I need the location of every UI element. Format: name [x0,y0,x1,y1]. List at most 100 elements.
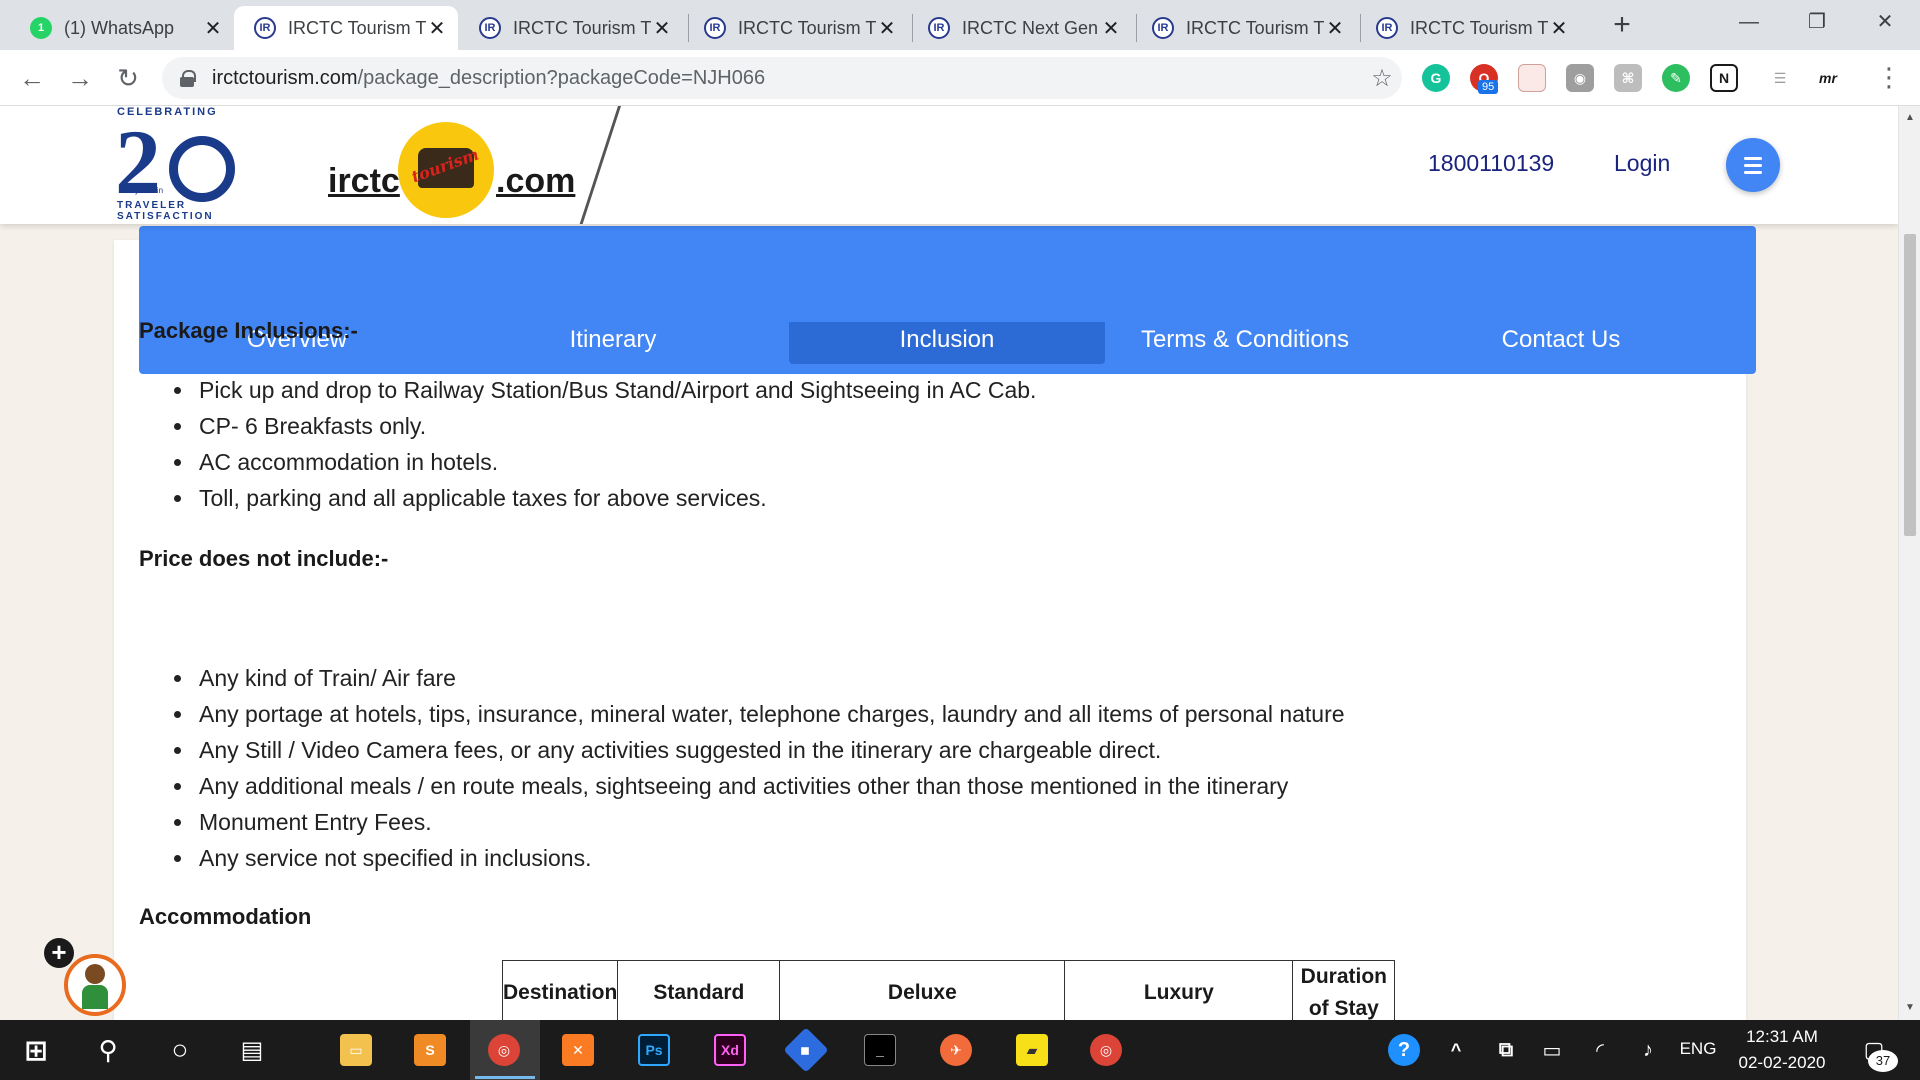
tab-itinerary[interactable]: Itinerary [455,322,771,364]
scrollbar-thumb[interactable] [1904,234,1916,536]
extension-gray-icon[interactable]: ⌘ [1614,64,1642,92]
app-diamond-icon[interactable]: ◆ [783,1027,829,1073]
restore-icon[interactable]: ❐ [1782,0,1852,44]
file-explorer-icon[interactable]: ▭ [340,1034,372,1066]
list-item: Toll, parking and all applicable taxes f… [166,480,1036,516]
browser-tab-whatsapp[interactable]: 1 (1) WhatsApp ✕ [10,6,234,50]
chrome-icon[interactable]: ◎ [1090,1034,1122,1066]
chatbot-widget[interactable]: + [44,938,126,1020]
browser-menu-icon[interactable]: ⋮ [1876,62,1902,94]
chatbot-avatar[interactable] [64,954,126,1016]
playlist-icon[interactable]: ☰ [1766,64,1794,92]
windows-taskbar: ⊞ ⚲ ○ ▤ ▭ S ◎ ✕ Ps Xd ◆ _ ✈ ▰ ◎ ? ^ ⧉ ▭ … [0,1020,1920,1080]
close-icon[interactable]: ✕ [426,16,448,41]
sublime-text-icon[interactable]: S [414,1034,446,1066]
clock-date[interactable]: 02-02-2020 [1726,1053,1838,1073]
browser-tab-irctc-active[interactable]: IR IRCTC Tourism T ✕ [234,6,458,50]
task-view-icon[interactable]: ▤ [236,1034,268,1066]
language-indicator[interactable]: ENG [1670,1039,1726,1059]
sticky-notes-icon[interactable]: ▰ [1016,1034,1048,1066]
tab-title: IRCTC Tourism T [1186,17,1324,38]
close-icon[interactable]: ✕ [876,16,898,41]
close-icon[interactable]: ✕ [1548,16,1570,41]
evernote-icon[interactable]: ✎ [1662,64,1690,92]
tab-title: IRCTC Tourism T [1410,17,1548,38]
browser-tab-irctc[interactable]: IR IRCTC Tourism T ✕ [684,6,908,50]
hamburger-menu-button[interactable] [1726,138,1780,192]
battery-icon[interactable]: ▭ [1536,1034,1568,1066]
close-icon[interactable]: ✕ [651,16,673,41]
grammarly-icon[interactable]: G [1422,64,1450,92]
minimize-icon[interactable]: — [1714,0,1784,44]
address-bar[interactable]: irctctourism.com/package_description?pac… [162,57,1402,99]
chrome-icon[interactable]: ◎ [488,1034,520,1066]
header-divider [579,106,621,224]
photoshop-icon[interactable]: Ps [638,1034,670,1066]
inclusions-list: Pick up and drop to Railway Station/Bus … [166,372,1036,516]
cortana-icon[interactable]: ○ [164,1034,196,1066]
irctc-icon: IR [479,17,501,39]
terminal-icon[interactable]: _ [864,1034,896,1066]
bookmark-star-icon[interactable]: ☆ [1362,64,1402,93]
tab-terms-conditions[interactable]: Terms & Conditions [1087,322,1403,364]
windows-start-icon[interactable]: ⊞ [20,1034,52,1066]
url-text[interactable]: irctctourism.com/package_description?pac… [212,67,1362,90]
extension-mr-icon[interactable]: mr [1814,64,1842,92]
close-icon[interactable]: ✕ [1100,16,1122,41]
window-close-icon[interactable]: ✕ [1850,0,1920,44]
new-tab-button[interactable]: + [1604,8,1640,44]
calendar-extension-icon[interactable] [1518,64,1546,92]
list-item: Any kind of Train/ Air fare [166,660,1345,696]
notion-icon[interactable]: N [1710,64,1738,92]
browser-tab-irctc-next-gen[interactable]: IR IRCTC Next Gen ✕ [908,6,1132,50]
badge-ring [169,136,235,202]
scroll-up-arrow-icon[interactable]: ▲ [1899,112,1920,123]
search-icon[interactable]: ⚲ [92,1034,124,1066]
url-path: /package_description?packageCode=NJH066 [357,66,766,89]
column-header-deluxe: Deluxe [779,960,1066,1020]
table-header-row: Destination Standard Deluxe Luxury Durat… [501,960,1396,1020]
postman-icon[interactable]: ✈ [940,1034,972,1066]
back-arrow-icon[interactable]: ← [14,60,50,96]
list-item: AC accommodation in hotels. [166,444,1036,480]
list-item: Any additional meals / en route meals, s… [166,768,1345,804]
volume-icon[interactable]: ♪ [1632,1034,1664,1066]
browser-tab-irctc[interactable]: IR IRCTC Tourism T ✕ [459,6,683,50]
badge-bottom-text: TRAVELER SATISFACTION [117,200,214,222]
tab-title: IRCTC Tourism T [738,17,876,38]
clock-time[interactable]: 12:31 AM [1726,1027,1838,1047]
browser-tab-irctc[interactable]: IR IRCTC Tourism T ✕ [1356,6,1580,50]
irctc-icon: IR [254,17,276,39]
xampp-icon[interactable]: ✕ [562,1034,594,1066]
tab-inclusion[interactable]: Inclusion [789,322,1105,364]
wifi-icon[interactable]: ◜ [1584,1034,1616,1066]
help-icon[interactable]: ? [1388,1034,1420,1066]
train-logo-icon: tourism [398,122,494,218]
irctc-icon: IR [1376,17,1398,39]
reload-icon[interactable]: ↻ [110,60,146,96]
snip-tool-icon[interactable]: ⧉ [1490,1034,1522,1066]
extension-badge: 95 [1478,80,1499,94]
exclusions-list: Any kind of Train/ Air fare Any portage … [166,660,1345,876]
whatsapp-icon: 1 [30,17,52,39]
scroll-down-arrow-icon[interactable]: ▼ [1899,1002,1920,1013]
tab-contact-us[interactable]: Contact Us [1403,322,1719,364]
phone-number-link[interactable]: 1800110139 [1428,150,1554,177]
adobe-xd-icon[interactable]: Xd [714,1034,746,1066]
camera-icon[interactable]: ◉ [1566,64,1594,92]
page-scrollbar[interactable]: ▲ ▼ [1898,106,1920,1020]
celebrating-20-years-badge: CELEBRATING 2 years in TRAVELER SATISFACT… [115,106,255,224]
forward-arrow-icon[interactable]: → [62,60,98,96]
close-icon[interactable]: ✕ [202,16,224,41]
close-icon[interactable]: ✕ [1324,16,1346,41]
plus-icon[interactable]: + [44,938,74,968]
menu-bar [1744,157,1762,160]
active-app-indicator [475,1076,535,1079]
browser-tab-irctc[interactable]: IR IRCTC Tourism T ✕ [1132,6,1356,50]
notification-count: 37 [1868,1050,1898,1072]
login-link[interactable]: Login [1614,150,1670,177]
chevron-up-icon[interactable]: ^ [1440,1034,1472,1066]
browser-tab-bar: 1 (1) WhatsApp ✕ IR IRCTC Tourism T ✕ IR… [0,0,1920,50]
irctc-tourism-logo[interactable]: irctc tourism .com [328,116,584,224]
site-header: CELEBRATING 2 years in TRAVELER SATISFACT… [0,106,1898,224]
